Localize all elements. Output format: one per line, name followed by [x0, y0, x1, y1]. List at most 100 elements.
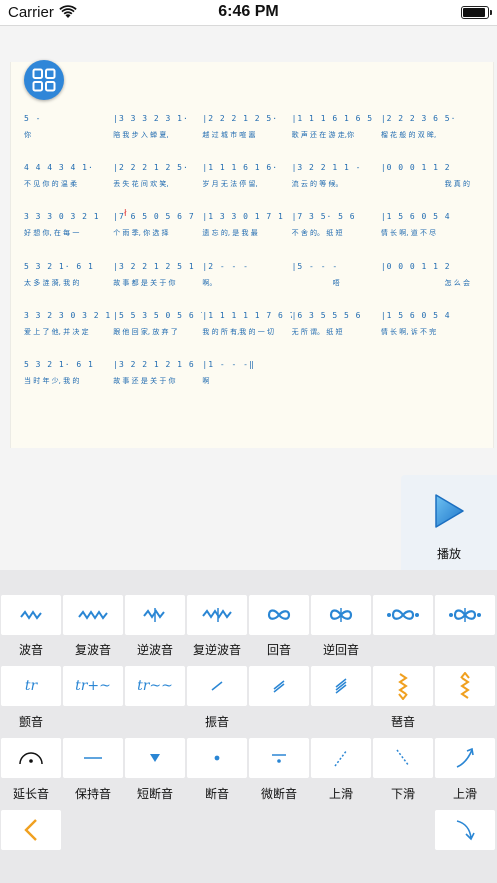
back-button[interactable]	[1, 810, 61, 850]
trill-wave-symbol: tr~~	[137, 678, 173, 694]
staccato-button[interactable]	[187, 738, 247, 778]
label-inverted-mordent: 逆波音	[136, 643, 173, 657]
slide-up-icon	[456, 747, 474, 768]
trill-mordent-button[interactable]: tr+~	[63, 666, 123, 706]
measure-notes[interactable]: |2 2 2 1 2 5·	[202, 113, 291, 125]
measure-notes[interactable]: |2 - - -	[202, 261, 291, 273]
notes-line[interactable]: 5 3 2 1· 6 1 |3 2 2 1 2 1 6 |1 - - -‖	[24, 359, 470, 371]
measure-lyrics: 啊	[202, 377, 210, 385]
label-mordent: 波音	[18, 643, 43, 657]
score-line[interactable]: 3 3 2 3 0 3 2 1 |5 5 3 5 0 5 6 7 |1 1 1 1 …	[24, 310, 470, 338]
arpeggio-up-button[interactable]	[435, 666, 495, 706]
measure-lyrics: 太 多 涟 漪, 我 的	[24, 279, 80, 287]
measure-notes[interactable]: |5 - - -	[292, 261, 381, 273]
label-staccatissimo: 短断音	[136, 787, 173, 801]
battery-level	[463, 8, 486, 17]
measure-lyrics: 唔	[332, 279, 340, 287]
staccato-icon	[214, 755, 220, 761]
notes-line[interactable]: 3 3 3 0 3 2 1 |7 6 5 0 5 6 7 |1 3 3 0 1 7 …	[24, 211, 470, 223]
measure-notes[interactable]: |0 0 0 1 1 2	[381, 261, 470, 273]
score-line[interactable]: 5 - |3 3 3 2 3 1· |2 2 2 1 2 5· |1 1 1 6 1 …	[24, 113, 470, 141]
tremolo-triple-button[interactable]	[311, 666, 371, 706]
label-trill: 颤音	[18, 715, 43, 729]
measure-notes[interactable]: |0 0 0 1 1 2	[381, 162, 470, 174]
arpeggio-up-icon	[460, 672, 470, 699]
measure-lyrics: 你	[24, 131, 31, 139]
measure-notes[interactable]: |1 5 6 0 5 4	[381, 211, 470, 223]
turn-button[interactable]	[249, 595, 309, 635]
play-icon	[435, 494, 464, 528]
lyrics-line: 当 时 年 少, 我 的 故 事 还 是 关 于 你 啊	[24, 375, 470, 387]
measure-notes[interactable]: 4 4 4 3 4 1·	[24, 162, 113, 174]
clock: 6:46 PM	[218, 3, 279, 20]
measure-notes[interactable]: |1 1 1 6 1 6·	[202, 162, 291, 174]
measure-notes[interactable]: |1 1 1 6 1 6 5	[292, 113, 381, 125]
measure-notes[interactable]: |3 2 2 1 2 5 1	[113, 261, 202, 273]
inverted-turn-variant-button[interactable]	[435, 595, 495, 635]
fermata-button[interactable]	[1, 738, 61, 778]
notes-line[interactable]: 5 3 2 1· 6 1 |3 2 2 1 2 5 1 |2 - - - |5 - -…	[24, 261, 470, 273]
mezzo-staccato-icon	[272, 754, 286, 763]
double-inverted-mordent-icon	[202, 608, 232, 622]
measure-notes[interactable]: |3 2 2 1 1 -	[292, 162, 381, 174]
measure-notes[interactable]: |1 3 3 0 1 7 1	[202, 211, 291, 223]
notes-line[interactable]: 5 - |3 3 3 2 3 1· |2 2 2 1 2 5· |1 1 1 6 1 …	[24, 113, 470, 125]
grid-icon	[32, 68, 56, 92]
arpeggio-down-button[interactable]	[373, 666, 433, 706]
tremolo-double-button[interactable]	[249, 666, 309, 706]
measure-notes[interactable]: |5 5 3 5 0 5 6 7	[113, 310, 202, 322]
score-line[interactable]: 5 3 2 1· 6 1 |3 2 2 1 2 5 1 |2 - - - |5 - -…	[24, 261, 470, 289]
measure-notes[interactable]: 3 3 2 3 0 3 2 1	[24, 310, 113, 322]
staccatissimo-button[interactable]	[125, 738, 185, 778]
turn-variant-button[interactable]	[373, 595, 433, 635]
slide-up-button[interactable]	[435, 738, 495, 778]
mezzo-staccato-button[interactable]	[249, 738, 309, 778]
glide-down-button[interactable]	[373, 738, 433, 778]
measure-notes[interactable]	[292, 359, 381, 371]
inverted-turn-button[interactable]	[311, 595, 371, 635]
measure-notes[interactable]: |1 5 6 0 5 4	[381, 310, 470, 322]
measure-notes[interactable]: |6 3 5 5 5 6	[292, 310, 381, 322]
lyrics-line: 不 见 你 的 温 柔 丢 失 花 间 欢 笑, 岁 月 无 法 停 留, 流 云 的…	[24, 178, 470, 190]
menu-grid-button[interactable]	[24, 60, 64, 100]
tremolo-single-button[interactable]	[187, 666, 247, 706]
label-vibrato: 振音	[204, 715, 229, 729]
measure-notes[interactable]	[381, 359, 470, 371]
measure-lyrics: 我 真 的	[444, 180, 470, 188]
measure-notes[interactable]: |2 2 2 1 2 5·	[113, 162, 202, 174]
play-button[interactable]: 播放	[401, 475, 497, 571]
measure-lyrics: 陪 我 步 入 蝉 夏,	[113, 131, 169, 139]
arpeggio-down-icon	[398, 673, 408, 700]
trill-button[interactable]: tr	[1, 666, 61, 706]
double-inverted-mordent-button[interactable]	[187, 595, 247, 635]
measure-lyrics: 跟 他 回 家, 放 弃 了	[113, 328, 178, 336]
notes-line[interactable]: 3 3 2 3 0 3 2 1 |5 5 3 5 0 5 6 7 |1 1 1 1 …	[24, 310, 470, 322]
measure-notes[interactable]: |2 2 2 3 6 5·	[381, 113, 470, 125]
score-line[interactable]: 3 3 3 0 3 2 1 |7 6 5 0 5 6 7 |1 3 3 0 1 7 …	[24, 211, 470, 239]
measure-notes[interactable]: |7 3 5· 5 6	[292, 211, 381, 223]
glide-up-button[interactable]	[311, 738, 371, 778]
measure-notes[interactable]: 5 3 2 1· 6 1	[24, 261, 113, 273]
measure-notes[interactable]: |3 3 3 2 3 1·	[113, 113, 202, 125]
measure-lyrics	[292, 375, 381, 387]
measure-notes[interactable]: |1 - - -‖	[202, 359, 291, 371]
tenuto-button[interactable]	[63, 738, 123, 778]
measure-notes[interactable]: |3 2 2 1 2 1 6	[113, 359, 202, 371]
trill-wave-button[interactable]: tr~~	[125, 666, 185, 706]
measure-notes[interactable]: 5 -	[24, 113, 113, 125]
inverted-turn-icon	[329, 608, 353, 622]
notes-line[interactable]: 4 4 4 3 4 1· |2 2 2 1 2 5· |1 1 1 6 1 6· |3…	[24, 162, 470, 174]
score-line[interactable]: 4 4 4 3 4 1· |2 2 2 1 2 5· |1 1 1 6 1 6· |3…	[24, 162, 470, 190]
inverted-mordent-button[interactable]	[125, 595, 185, 635]
mordent-button[interactable]	[1, 595, 61, 635]
score-line[interactable]: 5 3 2 1· 6 1 |3 2 2 1 2 1 6 |1 - - -‖ 当 时 年…	[24, 359, 470, 387]
glide-up-icon	[334, 749, 348, 767]
label-tenuto: 保持音	[74, 787, 111, 801]
measure-notes[interactable]: 5 3 2 1· 6 1	[24, 359, 113, 371]
double-mordent-button[interactable]	[63, 595, 123, 635]
tremolo-single-icon	[211, 681, 223, 691]
measure-notes[interactable]: 3 3 3 0 3 2 1	[24, 211, 113, 223]
measure-notes[interactable]: |1 1 1 1 1 7 6 7	[202, 310, 291, 322]
lyrics-line: 太 多 涟 漪, 我 的 故 事 都 是 关 于 你 啊。 唔 怎 么 会	[24, 277, 470, 289]
curve-down-button[interactable]	[435, 810, 495, 850]
